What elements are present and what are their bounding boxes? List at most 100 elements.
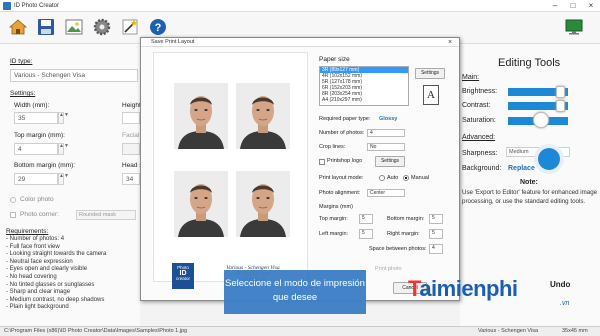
head-size-input[interactable]: 34 xyxy=(122,173,140,185)
id-type-select[interactable]: Various - Schengen Visa xyxy=(10,69,138,82)
num-photos-select[interactable]: 4 xyxy=(367,129,405,137)
settings-label: Settings: xyxy=(10,90,36,97)
printshop-logo-checkbox[interactable] xyxy=(319,159,325,165)
top-margin-spinner[interactable]: ▲▼ xyxy=(58,143,69,155)
brightness-slider[interactable] xyxy=(508,86,568,98)
photo-alignment-select[interactable]: Center xyxy=(367,189,405,197)
note-text: Use 'Export to Editor' feature for enhan… xyxy=(462,189,598,205)
minimize-button[interactable]: – xyxy=(548,0,562,12)
title-bar: ID Photo Creator – □ × xyxy=(0,0,600,12)
note-title: Note: xyxy=(520,179,538,186)
status-path: C:\Program Files (x86)\ID Photo Creator\… xyxy=(4,328,188,334)
paper-settings-button[interactable]: Settings xyxy=(415,68,445,79)
save-icon xyxy=(38,19,54,35)
app-icon xyxy=(3,1,11,10)
mode-manual-label: Manual xyxy=(411,175,430,181)
width-label: Width (mm): xyxy=(14,102,50,109)
photo-id-creator-logo: Photo ID creator xyxy=(172,263,194,289)
photo-corner-select[interactable]: Rounded mask xyxy=(76,210,136,220)
requirements-list: - Number of photos: 4 - Full face front … xyxy=(6,236,106,312)
brightness-slider-knob[interactable] xyxy=(555,86,565,98)
app-title: ID Photo Creator xyxy=(14,2,60,9)
height-input[interactable] xyxy=(122,112,140,124)
crop-lines-label: Crop lines: xyxy=(319,144,346,150)
width-spinner[interactable]: ▲▼ xyxy=(58,112,69,124)
left-panel: ID type: Various - Schengen Visa Setting… xyxy=(0,44,143,326)
spacing-input[interactable]: 4 xyxy=(429,244,443,254)
top-margin-input[interactable]: 4 xyxy=(14,143,58,155)
crop-lines-select[interactable]: No xyxy=(367,143,405,151)
page-orientation-icon[interactable]: A xyxy=(423,85,439,105)
photo-corner-label: Photo corner: xyxy=(20,211,60,218)
magic-wand-button[interactable] xyxy=(118,15,142,39)
list-item[interactable]: A4 (210x297 mm) xyxy=(320,97,408,103)
dialog-right-margin-input[interactable]: 5 xyxy=(429,229,443,239)
mode-manual-radio[interactable] xyxy=(403,175,409,181)
close-button[interactable]: × xyxy=(584,0,598,12)
dialog-bottom-margin-label: Bottom margin: xyxy=(387,216,425,222)
status-bar: C:\Program Files (x86)\ID Photo Creator\… xyxy=(0,326,600,336)
home-button[interactable] xyxy=(6,15,30,39)
color-photo-radio[interactable] xyxy=(10,197,16,203)
list-item: - Eyes open and clearly visible xyxy=(6,266,88,273)
paper-size-list[interactable]: 3R (89x127 mm) 4R (102x152 mm) 5R (127x1… xyxy=(319,66,409,106)
list-item: - Looking straight towards the camera xyxy=(6,251,107,258)
sharpness-dial[interactable] xyxy=(538,148,560,170)
print-layout-mode-label: Print layout mode: xyxy=(319,175,364,181)
svg-text:?: ? xyxy=(155,22,162,34)
maximize-button[interactable]: □ xyxy=(566,0,580,12)
bottom-margin-spinner[interactable]: ▲▼ xyxy=(58,173,69,185)
dialog-top-margin-input[interactable]: 5 xyxy=(359,214,373,224)
save-button[interactable] xyxy=(34,15,58,39)
facial-input[interactable] xyxy=(122,143,140,155)
saturation-label: Saturation: xyxy=(462,117,496,124)
preview-photo xyxy=(236,171,290,237)
display-button[interactable] xyxy=(562,15,586,39)
advanced-label: Advanced: xyxy=(462,134,496,141)
photo-alignment-label: Photo alignment: xyxy=(319,190,361,196)
contrast-slider[interactable] xyxy=(508,100,568,112)
saturation-slider-knob[interactable] xyxy=(533,112,549,128)
undo-button[interactable]: Undo xyxy=(550,280,570,289)
dialog-left-margin-input[interactable]: 5 xyxy=(359,229,373,239)
settings-button[interactable] xyxy=(90,15,114,39)
printshop-settings-button[interactable]: Settings xyxy=(375,156,405,167)
dialog-close-button[interactable]: × xyxy=(443,38,457,47)
mode-auto-label: Auto xyxy=(387,175,399,181)
help-button[interactable]: ? xyxy=(146,15,170,39)
monitor-icon xyxy=(565,19,583,35)
printshop-logo-label: Printshop logo xyxy=(327,158,363,164)
background-replace-link[interactable]: Replace xyxy=(508,165,535,172)
image-button[interactable] xyxy=(62,15,86,39)
image-icon xyxy=(65,19,83,35)
dialog-bottom-margin-input[interactable]: 5 xyxy=(429,214,443,224)
sharpness-label: Sharpness: xyxy=(462,150,498,157)
watermark-text: Taimienphi xyxy=(408,276,518,301)
list-item: - Neutral face expression xyxy=(6,258,73,265)
margins-label: Margins (mm) xyxy=(319,204,353,210)
background-label: Background: xyxy=(462,165,502,172)
bottom-margin-label: Bottom margin (mm): xyxy=(14,162,76,169)
contrast-label: Contrast: xyxy=(462,102,491,109)
list-item: - Plain light background xyxy=(6,304,69,311)
saturation-slider[interactable] xyxy=(508,112,568,128)
main-label: Main: xyxy=(462,74,480,81)
preview-photo xyxy=(174,83,228,149)
print-photo-label[interactable]: Print photo xyxy=(375,266,402,272)
bottom-margin-input[interactable]: 29 xyxy=(14,173,58,185)
width-input[interactable]: 35 xyxy=(14,112,58,124)
dialog-top-margin-label: Top margin: xyxy=(319,216,348,222)
color-photo-label: Color photo xyxy=(20,196,54,203)
list-item: - Full face front view xyxy=(6,243,60,250)
photo-corner-checkbox[interactable] xyxy=(10,212,16,218)
contrast-slider-knob[interactable] xyxy=(555,100,565,112)
list-item: - No head covering xyxy=(6,273,57,280)
list-item: - No tinted glasses or sunglasses xyxy=(6,281,95,288)
status-size: 35x45 mm xyxy=(562,328,588,334)
watermark-suffix: .vn xyxy=(560,300,570,307)
list-item: - Sharp and clear image xyxy=(6,289,71,296)
requirements-title: Requirements: xyxy=(6,228,49,235)
help-icon: ? xyxy=(150,19,166,35)
dialog-title: Save Print Layout xyxy=(141,38,459,47)
mode-auto-radio[interactable] xyxy=(379,175,385,181)
